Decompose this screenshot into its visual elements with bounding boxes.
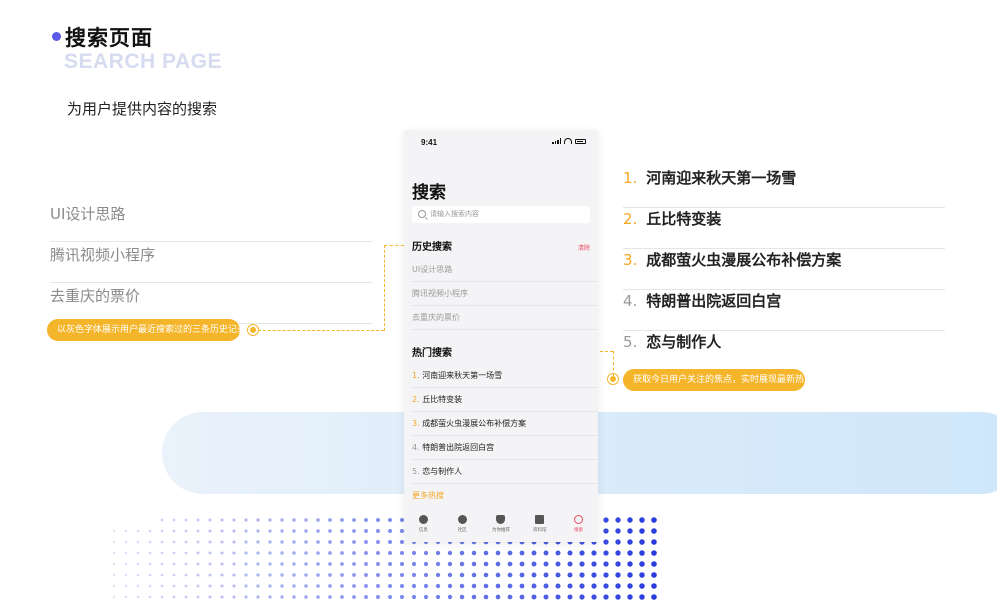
- status-time: 9:41: [421, 138, 438, 147]
- callout-connector-dot: [248, 325, 258, 335]
- tab-bar: 信息 社区 为你推荐 资料馆 搜索: [404, 510, 598, 542]
- chat-icon: [418, 515, 428, 524]
- hot-section-title: 热门搜索: [412, 348, 452, 359]
- annotation-history-item: 去重庆的票价: [50, 283, 372, 324]
- annotation-hot-item: 2. 丘比特变装: [623, 208, 945, 249]
- status-icons: [552, 138, 586, 144]
- hot-item[interactable]: 3. 成都萤火虫漫展公布补偿方案: [412, 412, 598, 436]
- search-placeholder: 请输入搜索内容: [430, 210, 479, 218]
- header-bullet: [52, 32, 61, 41]
- tab-messages[interactable]: 信息: [404, 510, 442, 542]
- history-item[interactable]: UI设计思路: [412, 258, 598, 282]
- connector-line: [384, 245, 385, 331]
- hot-callout: 获取今日用户关注的焦点，实时展现最新热点: [623, 369, 813, 391]
- hot-item[interactable]: 1. 河南迎来秋天第一场雪: [412, 364, 598, 388]
- annotation-hot-item: 1. 河南迎来秋天第一场雪: [623, 167, 945, 208]
- compass-icon: [457, 515, 467, 524]
- annotation-history-item: 腾讯视频小程序: [50, 242, 372, 283]
- annotation-hot-item: 3. 成都萤火虫漫展公布补偿方案: [623, 249, 945, 290]
- search-icon: [574, 515, 584, 524]
- heart-icon: [496, 515, 506, 524]
- connector-line: [384, 245, 404, 246]
- search-input[interactable]: 请输入搜索内容: [412, 206, 590, 223]
- clear-history-button[interactable]: 清除: [578, 243, 590, 252]
- search-icon: [418, 210, 426, 218]
- history-item[interactable]: 腾讯视频小程序: [412, 282, 598, 306]
- wifi-icon: [564, 138, 572, 144]
- hot-item[interactable]: 2. 丘比特变装: [412, 388, 598, 412]
- history-callout: 以灰色字体展示用户最近搜索过的三条历史记录: [47, 319, 246, 341]
- phone-page-title: 搜索: [412, 183, 446, 203]
- archive-icon: [535, 515, 545, 524]
- tab-community[interactable]: 社区: [443, 510, 481, 542]
- connector-line: [258, 330, 384, 331]
- battery-icon: [575, 138, 586, 144]
- tab-search[interactable]: 搜索: [560, 510, 598, 542]
- more-hot-link[interactable]: 更多热搜: [412, 490, 444, 501]
- page-subtitle: SEARCH PAGE: [64, 50, 222, 73]
- page-title: 搜索页面: [65, 26, 153, 50]
- page-description: 为用户提供内容的搜索: [67, 100, 218, 118]
- tab-archive[interactable]: 资料馆: [521, 510, 559, 542]
- annotation-hot-item: 5. 恋与制作人: [623, 333, 722, 351]
- connector-line: [613, 351, 614, 376]
- signal-icon: [552, 138, 561, 144]
- phone-mockup: 9:41 搜索 请输入搜索内容 历史搜索 清除 UI设计思路 腾讯视频小程序 去…: [404, 130, 598, 542]
- hot-item[interactable]: 5. 恋与制作人: [412, 460, 598, 484]
- annotation-hot-item: 4. 特朗普出院返回白宫: [623, 290, 945, 331]
- annotation-history-item: UI设计思路: [50, 201, 372, 242]
- history-item[interactable]: 去重庆的票价: [412, 306, 598, 330]
- hot-item[interactable]: 4. 特朗普出院返回白宫: [412, 436, 598, 460]
- tab-recommend[interactable]: 为你推荐: [482, 510, 520, 542]
- history-section-title: 历史搜索: [412, 242, 452, 253]
